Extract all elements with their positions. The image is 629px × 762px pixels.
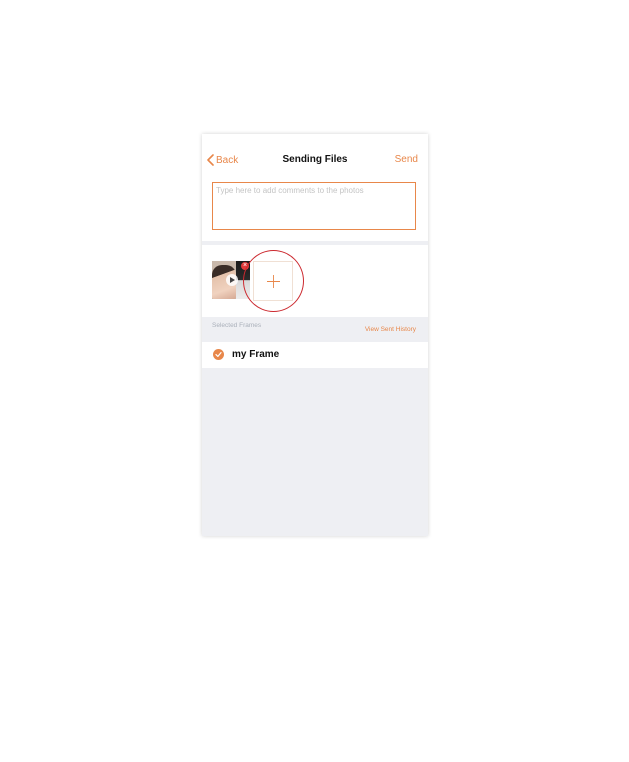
frame-name: my Frame (232, 349, 280, 360)
add-photo-button[interactable] (253, 261, 293, 301)
selected-frames-label: Selected Frames (212, 322, 262, 329)
play-icon (226, 274, 238, 286)
send-button[interactable]: Send (395, 152, 418, 168)
photos-panel: × (202, 245, 428, 317)
close-badge-icon[interactable]: × (241, 262, 249, 270)
sending-files-screen: Back Sending Files Send × Selected Frame… (202, 134, 428, 536)
frame-list-item[interactable]: my Frame (202, 342, 428, 368)
video-thumbnail[interactable]: × (212, 261, 250, 299)
view-sent-history-link[interactable]: View Sent History (365, 326, 416, 333)
navigation-bar: Back Sending Files Send (202, 152, 428, 168)
checkmark-icon (213, 349, 224, 360)
header-panel: Back Sending Files Send (202, 134, 428, 241)
comment-input[interactable] (212, 182, 416, 230)
